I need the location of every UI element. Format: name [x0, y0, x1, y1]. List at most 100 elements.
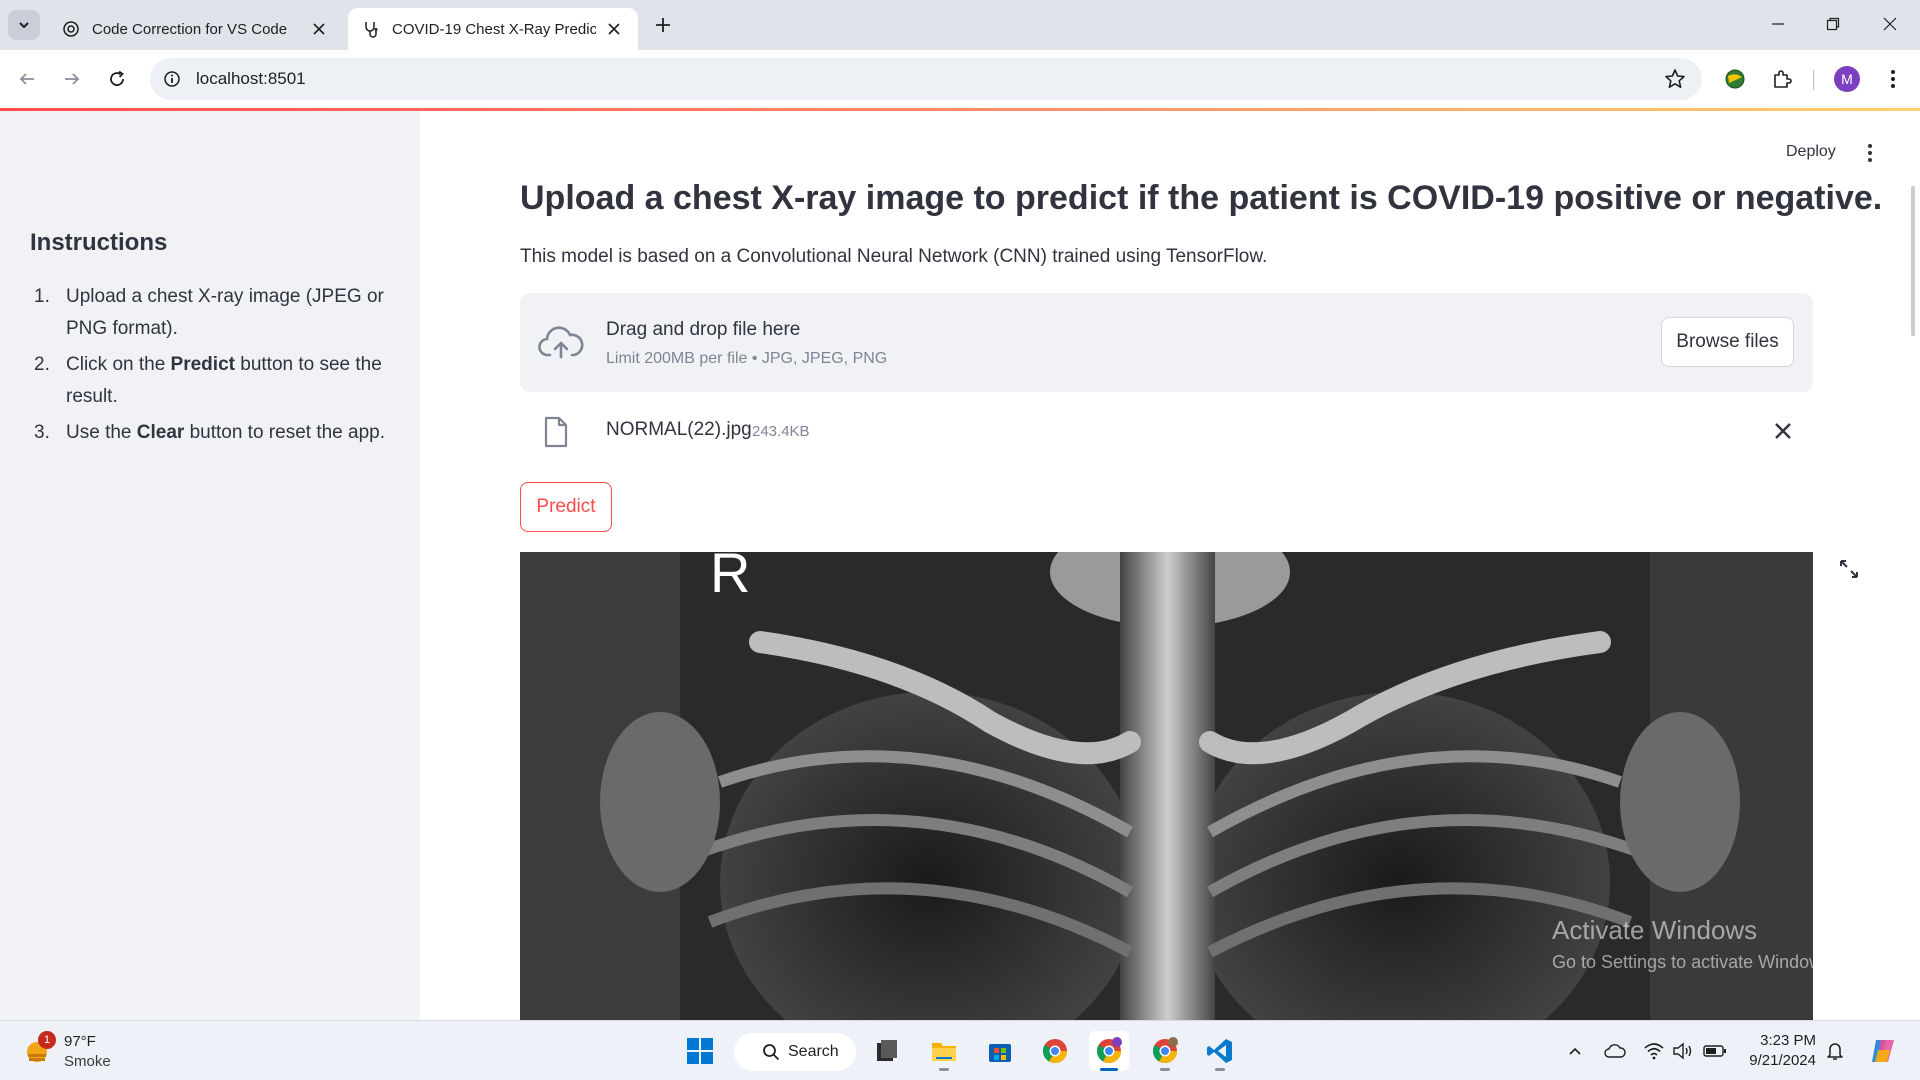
url-text[interactable]: localhost:8501: [196, 69, 306, 89]
task-view-button[interactable]: [867, 1031, 907, 1071]
running-indicator: [939, 1068, 949, 1071]
dropzone-limit: Limit 200MB per file • JPG, JPEG, PNG: [606, 350, 888, 367]
running-indicator: [1160, 1068, 1170, 1071]
watermark-subtitle: Go to Settings to activate Windows.: [1552, 952, 1837, 972]
new-tab-button[interactable]: [650, 12, 676, 38]
volume-tray[interactable]: [1671, 1039, 1695, 1063]
page-title: Upload a chest X-ray image to predict if…: [520, 179, 1883, 217]
predict-button[interactable]: Predict: [520, 482, 612, 532]
battery-icon: [1703, 1045, 1726, 1057]
kebab-menu-icon: [1868, 144, 1872, 162]
fullscreen-icon[interactable]: [1838, 558, 1860, 580]
step-text: Click on the: [66, 354, 171, 375]
onedrive-tray[interactable]: [1603, 1039, 1627, 1063]
wifi-icon: [1644, 1043, 1664, 1060]
battery-tray[interactable]: [1703, 1039, 1727, 1063]
close-icon[interactable]: [604, 19, 624, 39]
chevron-up-icon: [1569, 1047, 1581, 1055]
weather-condition: Smoke: [64, 1053, 111, 1070]
instruction-step: 2. Click on the Predict button to see th…: [30, 349, 390, 413]
dropzone-instruction: Drag and drop file here: [606, 319, 801, 340]
step-number: 3.: [34, 422, 50, 443]
tab-search-button[interactable]: [8, 10, 40, 40]
instruction-step: 1. Upload a chest X-ray image (JPEG or P…: [30, 281, 390, 345]
system-clock[interactable]: 3:23 PM 9/21/2024: [1740, 1031, 1816, 1071]
windows-taskbar: 1 97°F Smoke Search 3:23 PM 9/21/2024: [0, 1020, 1920, 1080]
taskbar-vscode[interactable]: [1200, 1031, 1240, 1071]
deploy-button[interactable]: Deploy: [1786, 143, 1836, 161]
taskbar-chrome-profile-2[interactable]: [1145, 1031, 1185, 1071]
clock-time: 3:23 PM: [1760, 1032, 1816, 1049]
taskbar-search[interactable]: Search: [734, 1033, 856, 1071]
activate-windows-watermark: Activate Windows Go to Settings to activ…: [1552, 915, 1836, 973]
chevron-down-icon: [19, 22, 29, 29]
browser-tab-bar: Code Correction for VS Code COVID-19 Che…: [0, 0, 1920, 50]
sidebar: Instructions 1. Upload a chest X-ray ima…: [0, 111, 420, 1021]
forward-button[interactable]: [57, 64, 87, 94]
folder-icon: [932, 1043, 956, 1061]
start-button[interactable]: [680, 1031, 720, 1071]
restore-button[interactable]: [1813, 8, 1853, 40]
chrome-icon: [1042, 1039, 1067, 1064]
kebab-menu-icon: [1891, 70, 1895, 88]
minimize-icon: [1772, 23, 1784, 25]
wifi-tray[interactable]: [1642, 1039, 1666, 1063]
browser-menu-button[interactable]: [1878, 64, 1908, 94]
address-bar[interactable]: localhost:8501: [150, 58, 1702, 100]
step-bold-text: Clear: [136, 422, 185, 443]
plus-icon: [656, 18, 670, 32]
file-size: 243.4KB: [752, 423, 810, 440]
cloud-upload-icon: [538, 326, 584, 359]
browser-toolbar: localhost:8501 M: [0, 50, 1920, 108]
vscode-icon: [1207, 1039, 1232, 1063]
xray-side-marker: R: [710, 552, 750, 604]
copilot-button[interactable]: [1866, 1034, 1900, 1068]
instruction-step: 3. Use the Clear button to reset the app…: [30, 417, 390, 449]
model-description: This model is based on a Convolutional N…: [520, 246, 1268, 267]
extensions-puzzle-icon[interactable]: [1767, 64, 1797, 94]
search-label: Search: [788, 1043, 839, 1060]
bookmark-star-icon[interactable]: [1664, 68, 1686, 90]
weather-widget[interactable]: 1 97°F Smoke: [22, 1029, 162, 1073]
taskbar-store[interactable]: [980, 1031, 1020, 1071]
uploaded-file: NORMAL(22).jpg 243.4KB: [520, 406, 1813, 456]
close-icon[interactable]: [309, 19, 329, 39]
back-button[interactable]: [12, 64, 42, 94]
watermark-title: Activate Windows: [1552, 915, 1758, 945]
remove-file-icon[interactable]: [1772, 420, 1794, 442]
main-content: Deploy Upload a chest X-ray image to pre…: [420, 111, 1920, 1021]
speaker-icon: [1673, 1042, 1692, 1060]
cloud-icon: [1604, 1044, 1626, 1058]
step-text: Use the: [66, 422, 137, 443]
clock-date: 9/21/2024: [1749, 1052, 1816, 1069]
browse-files-button[interactable]: Browse files: [1661, 317, 1794, 367]
taskbar-chrome-profile-m[interactable]: [1089, 1031, 1129, 1071]
app-menu-button[interactable]: [1860, 141, 1880, 165]
scrollbar-thumb[interactable]: [1911, 186, 1915, 336]
profile-avatar[interactable]: M: [1834, 66, 1860, 92]
tray-overflow-button[interactable]: [1563, 1039, 1587, 1063]
step-number: 2.: [34, 354, 50, 375]
tab-title: COVID-19 Chest X-Ray Predictor: [392, 20, 596, 38]
windows-logo-icon: [687, 1038, 713, 1064]
search-icon: [763, 1044, 780, 1061]
chrome-icon: [1096, 1037, 1122, 1064]
notifications-button[interactable]: [1823, 1039, 1847, 1063]
stethoscope-icon: [362, 20, 380, 38]
step-number: 1.: [34, 286, 50, 307]
tab-code-correction[interactable]: Code Correction for VS Code: [48, 8, 343, 50]
tab-covid-predictor[interactable]: COVID-19 Chest X-Ray Predictor: [348, 8, 638, 50]
minimize-button[interactable]: [1758, 8, 1798, 40]
taskbar-file-explorer[interactable]: [924, 1031, 964, 1071]
sidebar-heading: Instructions: [30, 229, 168, 256]
extension-globe-icon[interactable]: [1720, 64, 1750, 94]
step-bold-text: Predict: [170, 354, 235, 375]
arrow-left-icon: [19, 73, 34, 85]
file-dropzone[interactable]: Drag and drop file here Limit 200MB per …: [520, 293, 1813, 392]
window-close-button[interactable]: [1870, 8, 1910, 40]
reload-button[interactable]: [102, 64, 132, 94]
running-indicator: [1215, 1068, 1225, 1071]
running-indicator: [1100, 1068, 1118, 1071]
site-info-icon[interactable]: [160, 67, 184, 91]
taskbar-chrome[interactable]: [1035, 1031, 1075, 1071]
